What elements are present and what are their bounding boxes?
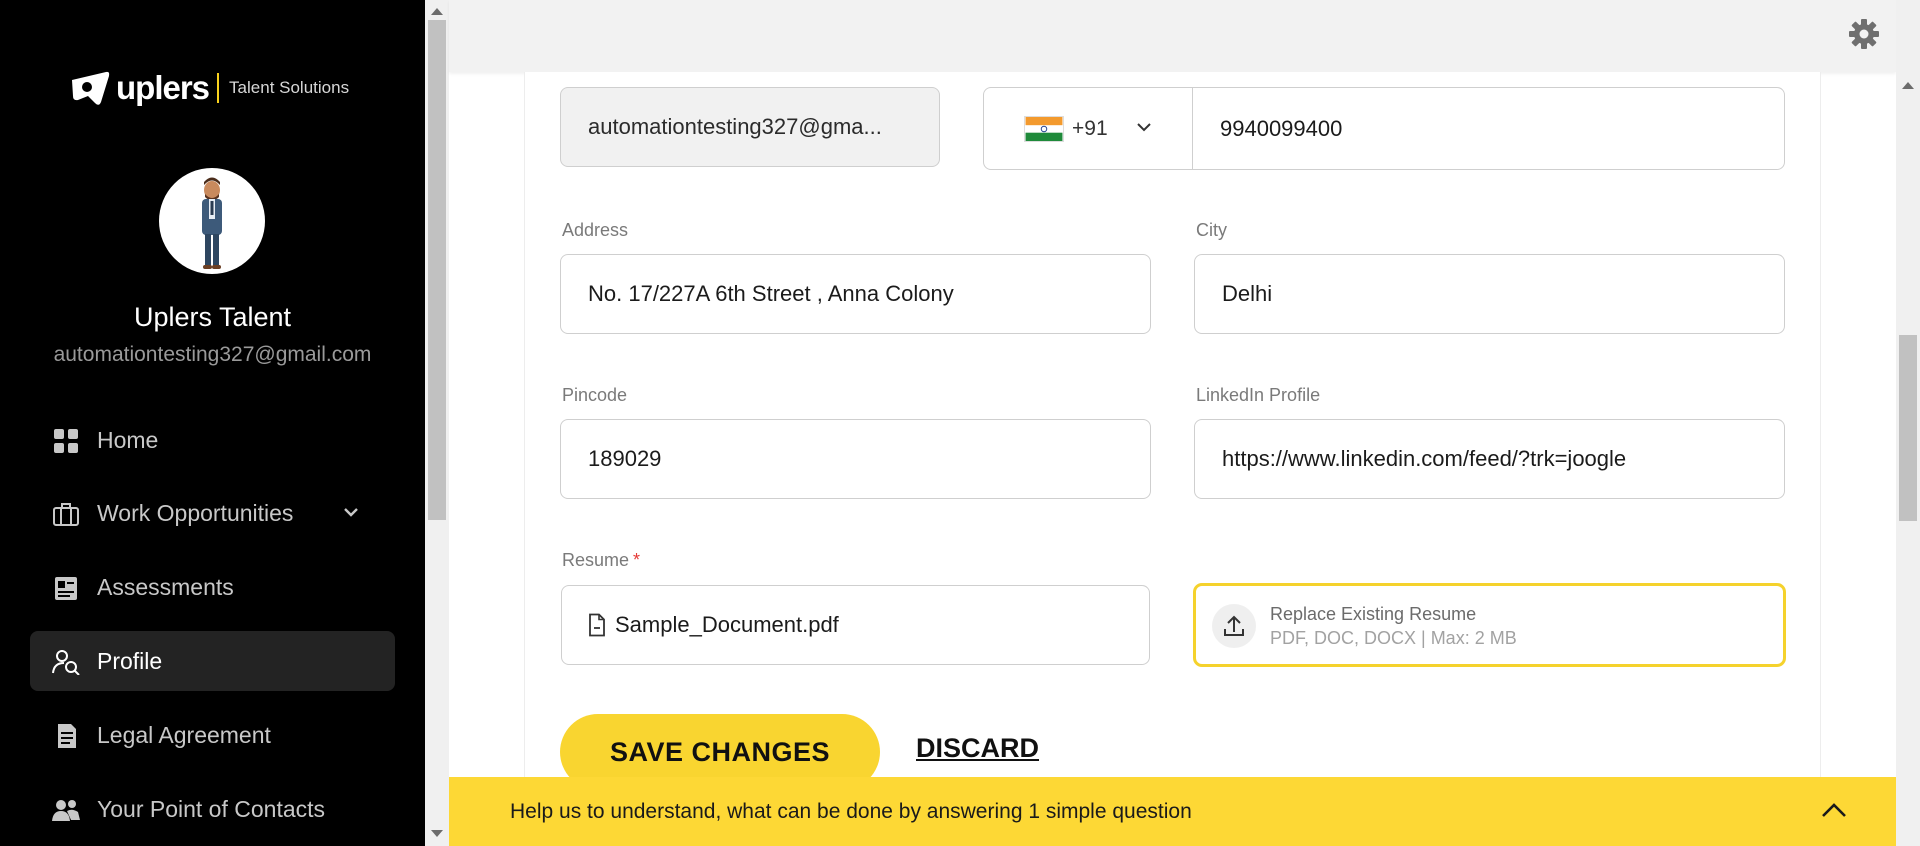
document-icon bbox=[58, 724, 76, 748]
sidebar: uplers Talent Solutions Uplers Talent au… bbox=[0, 0, 425, 846]
sidebar-item-label: Home bbox=[97, 426, 159, 453]
top-bar bbox=[449, 0, 1896, 72]
assessment-icon bbox=[55, 577, 77, 600]
upload-icon bbox=[1224, 615, 1244, 636]
sidebar-item-label: Assessments bbox=[97, 573, 234, 600]
scroll-up-arrow-icon[interactable] bbox=[1902, 82, 1914, 89]
sidebar-item-label: Work Opportunities bbox=[97, 499, 294, 526]
avatar[interactable] bbox=[159, 168, 265, 274]
linkedin-label: LinkedIn Profile bbox=[1196, 385, 1321, 405]
country-code-select[interactable]: +91 bbox=[984, 88, 1193, 169]
city-input[interactable]: Delhi bbox=[1194, 254, 1785, 334]
replace-resume-upload[interactable]: Replace Existing Resume PDF, DOC, DOCX |… bbox=[1193, 583, 1786, 667]
profile-email: automationtesting327@gmail.com bbox=[53, 343, 372, 366]
phone-number-input[interactable]: 9940099400 bbox=[1193, 88, 1784, 169]
address-label: Address bbox=[562, 220, 629, 240]
gear-icon[interactable] bbox=[1848, 18, 1880, 50]
scrollbar-thumb[interactable] bbox=[1899, 335, 1917, 521]
sidebar-item-label: Profile bbox=[97, 647, 163, 674]
phone-field-group: +91 9940099400 bbox=[983, 87, 1785, 170]
discard-button[interactable]: DISCARD bbox=[916, 733, 1039, 764]
email-field: automationtesting327@gma... bbox=[560, 87, 940, 167]
logo-divider bbox=[217, 73, 220, 103]
sidebar-item-profile[interactable]: Profile bbox=[30, 631, 395, 691]
feedback-text: Help us to understand, what can be done … bbox=[510, 800, 1192, 823]
sidebar-item-legal-agreement[interactable]: Legal Agreement bbox=[30, 705, 395, 765]
required-mark: * bbox=[633, 550, 641, 570]
sidebar-item-label: Your Point of Contacts bbox=[97, 795, 326, 822]
chevron-down-icon[interactable] bbox=[342, 505, 360, 519]
scroll-down-arrow-icon[interactable] bbox=[431, 830, 443, 837]
address-input[interactable]: No. 17/227A 6th Street , Anna Colony bbox=[560, 254, 1151, 334]
user-search-icon bbox=[52, 650, 80, 675]
city-label: City bbox=[1196, 220, 1227, 240]
grid-icon bbox=[54, 429, 78, 453]
upload-icon-wrap bbox=[1212, 604, 1256, 648]
sidebar-item-point-of-contacts[interactable]: Your Point of Contacts bbox=[30, 779, 395, 839]
scroll-up-arrow-icon[interactable] bbox=[431, 8, 443, 15]
logo-tagline: Talent Solutions bbox=[229, 78, 350, 97]
uplers-logo-mark-icon bbox=[72, 71, 110, 105]
file-icon bbox=[589, 613, 605, 637]
resume-file-name: Sample_Document.pdf bbox=[615, 612, 839, 637]
uplers-logo[interactable]: uplers Talent Solutions bbox=[68, 68, 349, 108]
scrollbar-thumb[interactable] bbox=[428, 20, 446, 520]
sidebar-item-assessments[interactable]: Assessments bbox=[30, 557, 395, 617]
pincode-input[interactable]: 189029 bbox=[560, 419, 1151, 499]
profile-name: Uplers Talent bbox=[133, 302, 292, 332]
resume-label-text: Resume bbox=[562, 550, 630, 570]
sidebar-item-home[interactable]: Home bbox=[30, 410, 395, 470]
briefcase-icon bbox=[53, 503, 79, 526]
logo-brand-text: uplers bbox=[116, 69, 210, 106]
india-flag-icon bbox=[1024, 116, 1064, 142]
feedback-banner[interactable]: Help us to understand, what can be done … bbox=[449, 777, 1896, 846]
linkedin-input[interactable]: https://www.linkedin.com/feed/?trk=joogl… bbox=[1194, 419, 1785, 499]
chevron-down-icon bbox=[1137, 123, 1151, 132]
sidebar-scrollbar[interactable] bbox=[425, 0, 449, 846]
chevron-up-icon[interactable] bbox=[1820, 801, 1848, 819]
app-window: uplers Talent Solutions Uplers Talent au… bbox=[0, 0, 1920, 846]
dial-code: +91 bbox=[1072, 116, 1108, 140]
contacts-icon bbox=[52, 800, 80, 821]
resume-label: Resume * bbox=[562, 550, 640, 571]
pincode-label: Pincode bbox=[562, 385, 628, 405]
upload-title: Replace Existing Resume bbox=[1270, 604, 1477, 624]
avatar-figure-icon bbox=[202, 177, 222, 269]
sidebar-item-label: Legal Agreement bbox=[97, 721, 271, 748]
page-scrollbar[interactable] bbox=[1896, 0, 1920, 846]
resume-file-field[interactable]: Sample_Document.pdf bbox=[561, 585, 1150, 665]
sidebar-item-work-opportunities[interactable]: Work Opportunities bbox=[30, 483, 395, 543]
upload-hint: PDF, DOC, DOCX | Max: 2 MB bbox=[1270, 628, 1517, 648]
